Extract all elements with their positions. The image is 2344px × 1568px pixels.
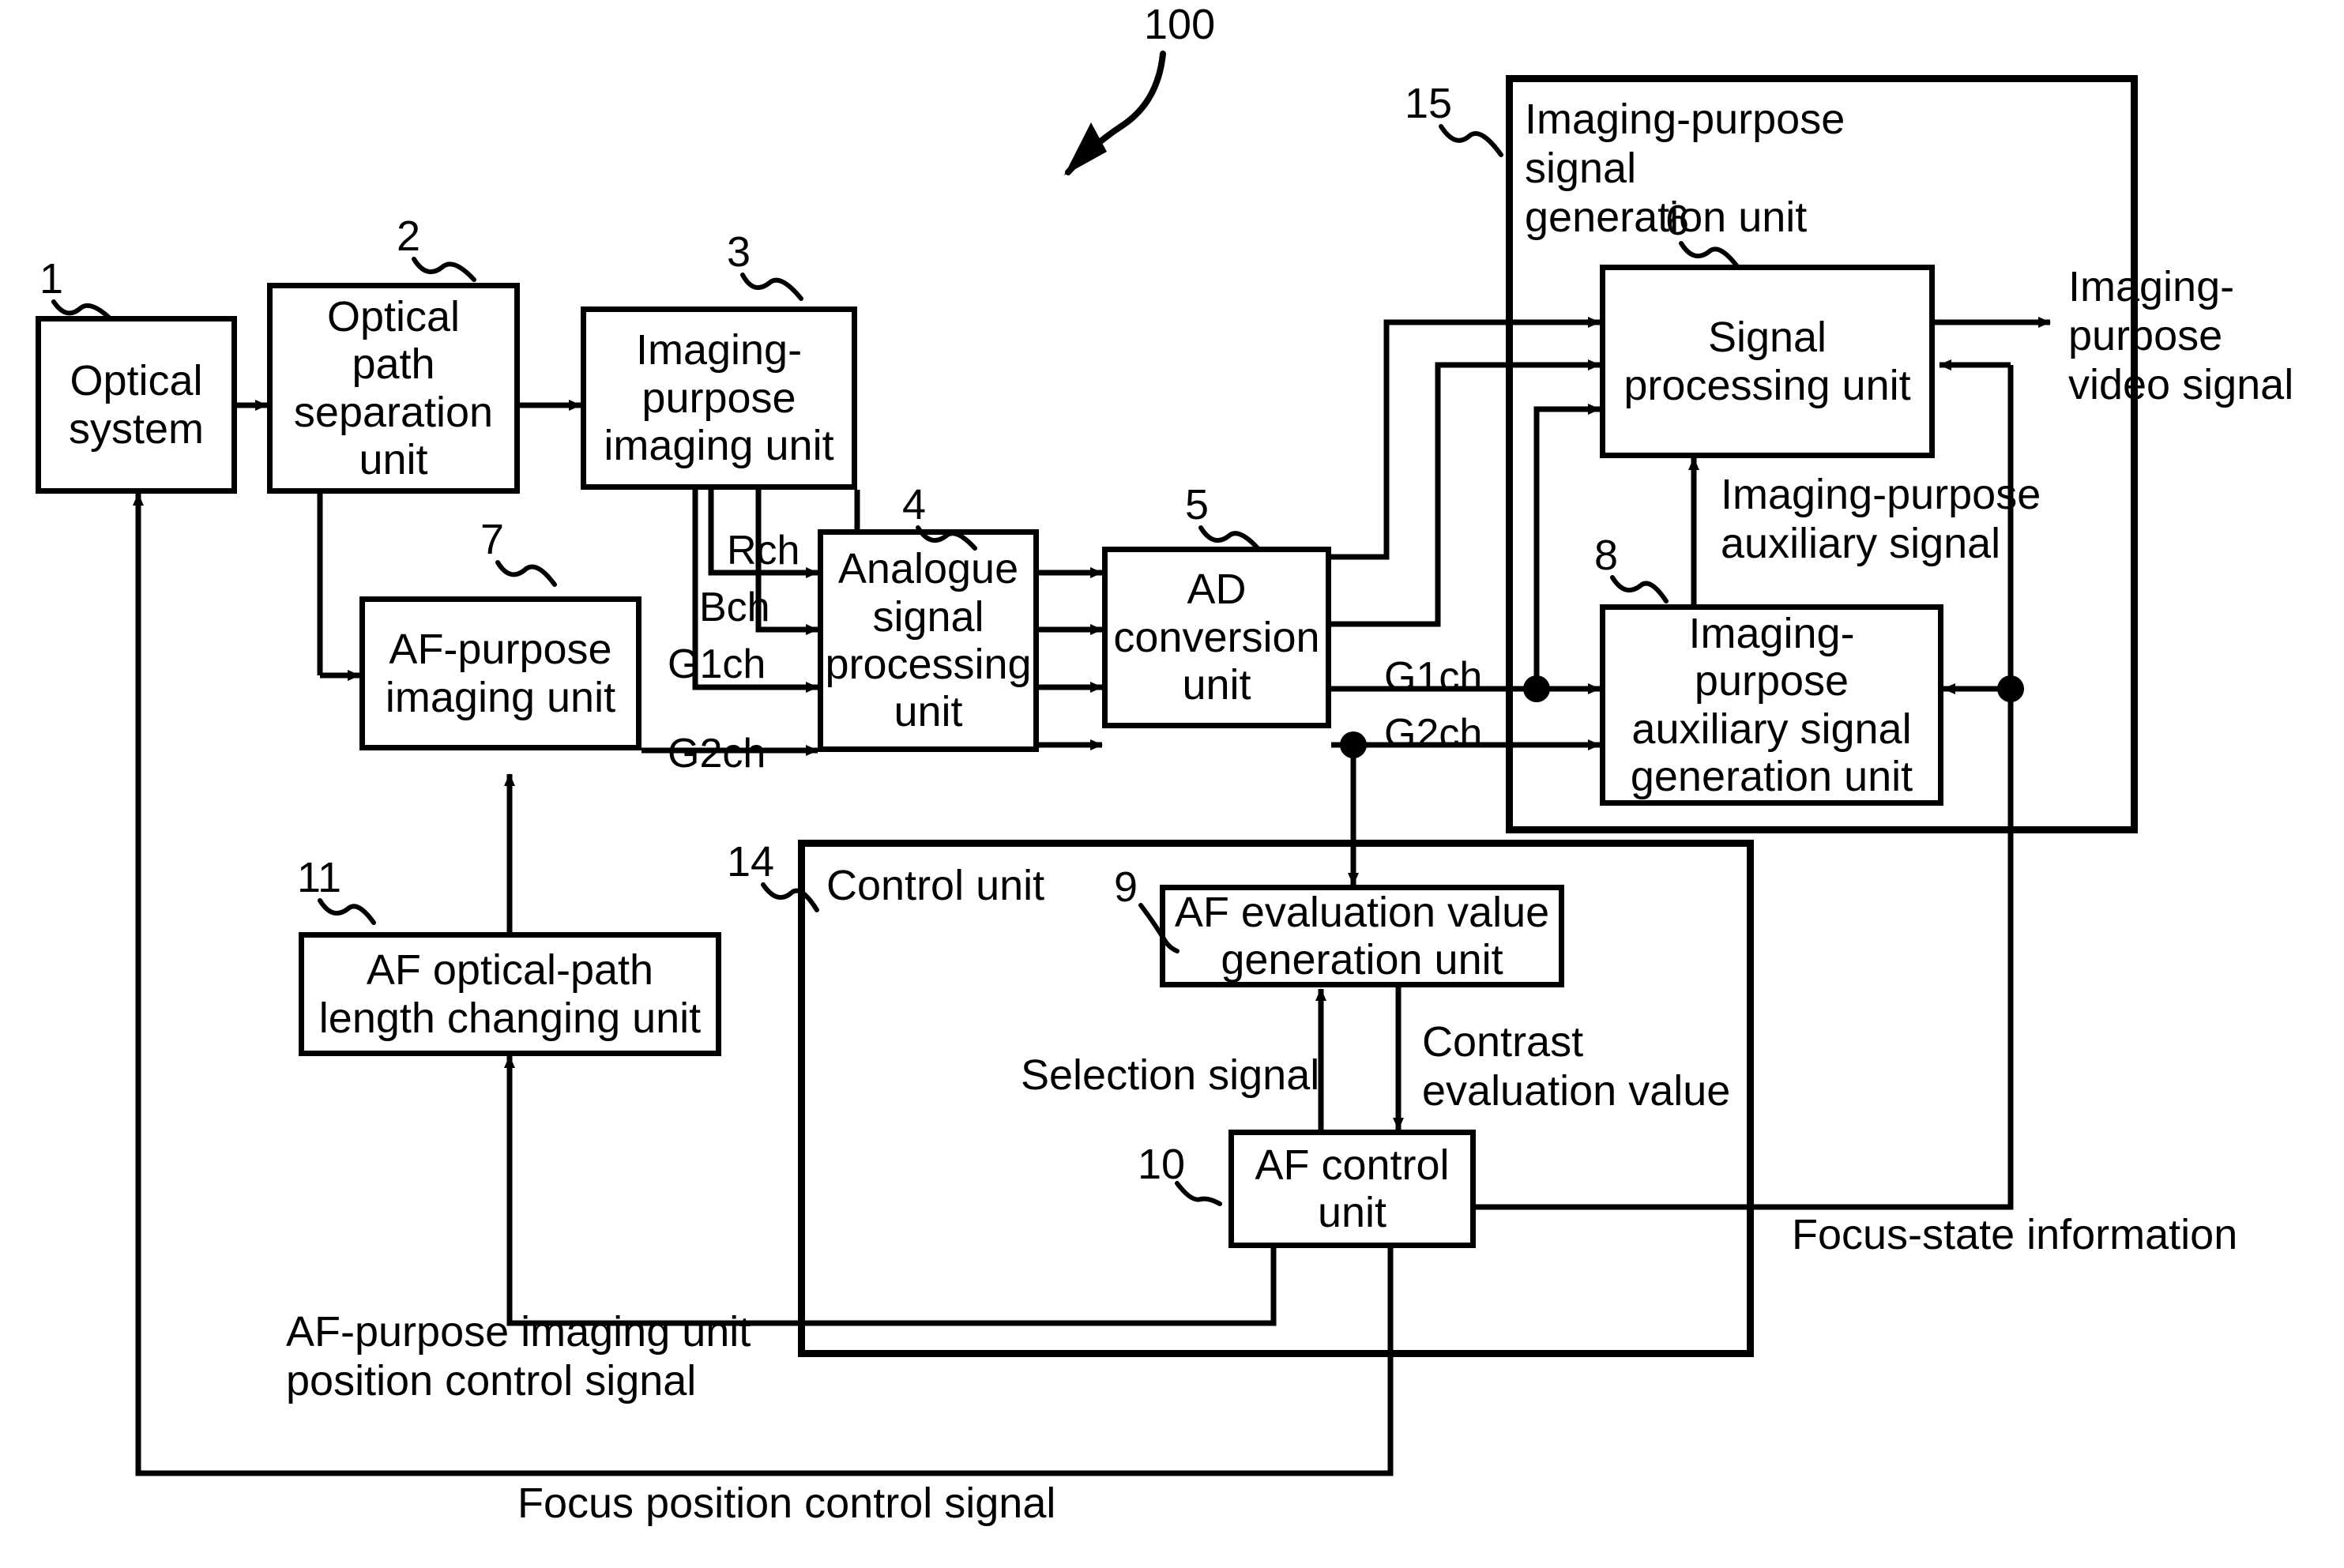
reference-leaders — [51, 51, 1739, 1206]
patent-figure-canvas: Imaging-purpose signal generation unit C… — [0, 0, 2344, 1568]
